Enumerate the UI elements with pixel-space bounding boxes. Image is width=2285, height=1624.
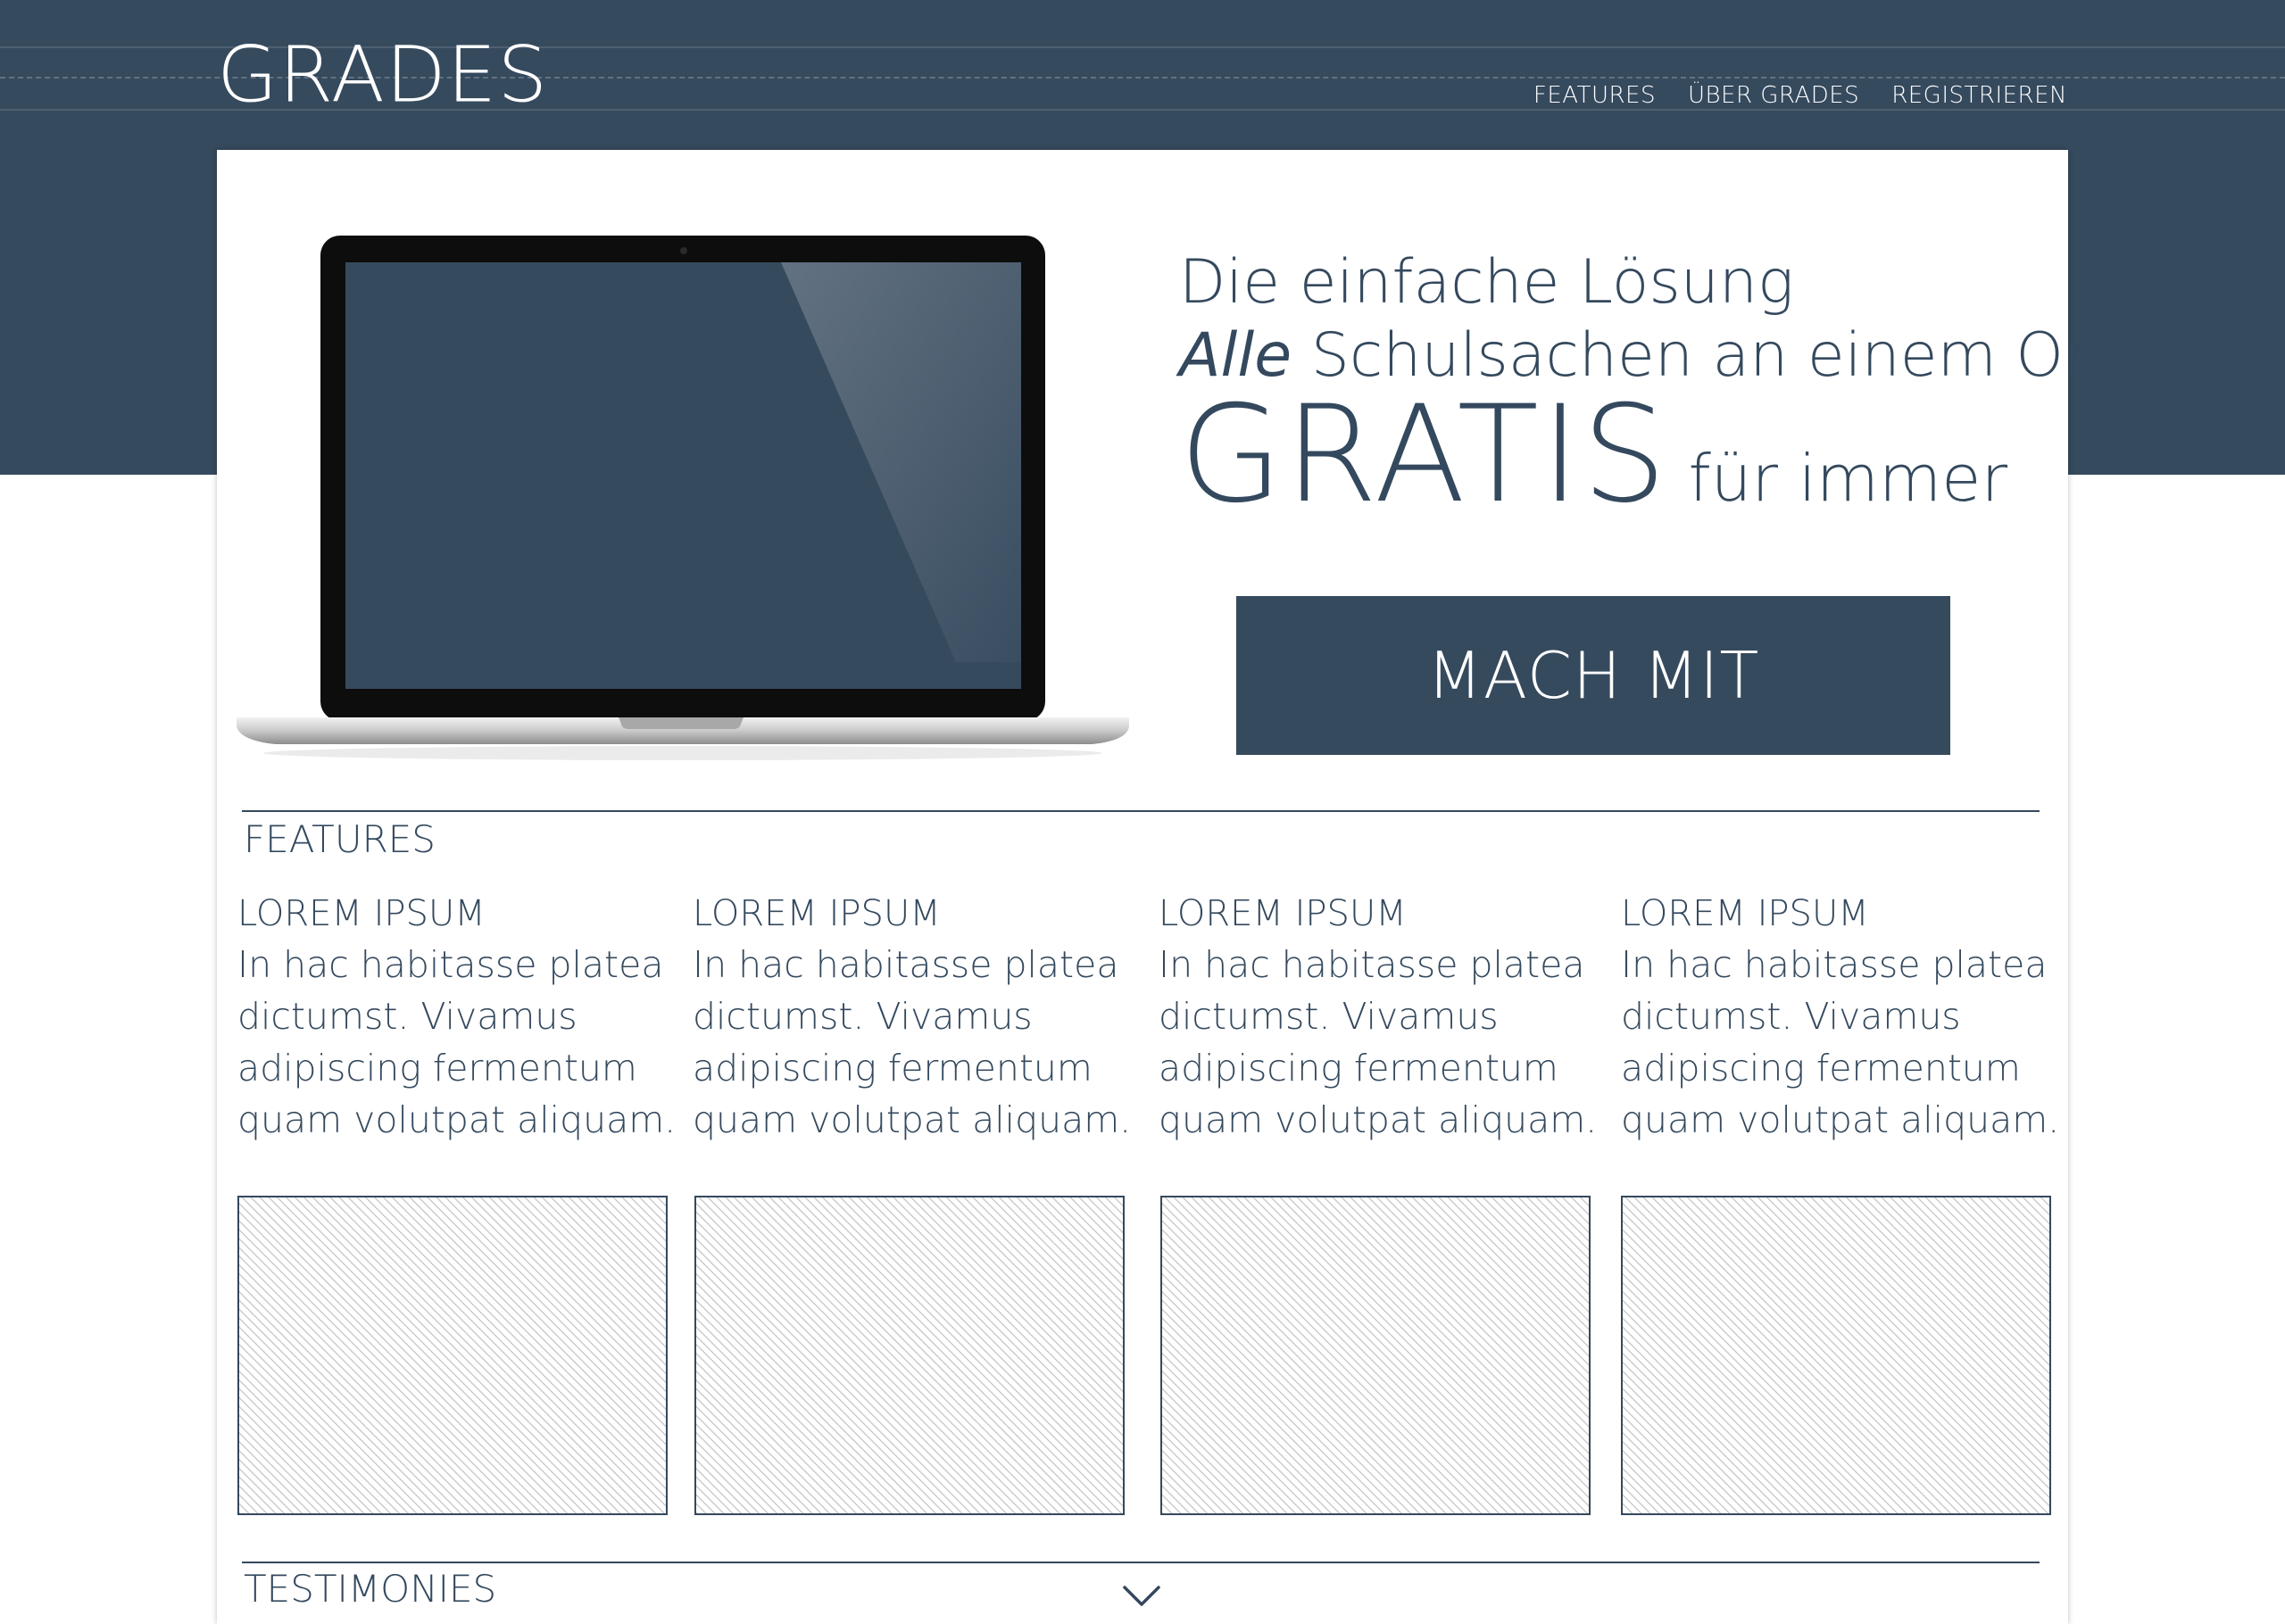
feature-text: In hac habitasse platea dictumst. Vivamu… [1621,943,2060,1141]
feature-title: LOREM IPSUM [237,893,486,934]
nav-item-features[interactable]: FEATURES [1533,82,1656,109]
feature-item: LOREM IPSUM In hac habitasse platea dict… [693,892,1148,1146]
hero-forever: für immer [1688,441,2008,517]
laptop-illustration [237,236,1129,760]
chevron-down-icon[interactable] [1122,1583,1161,1610]
testimonies-heading: TESTIMONIES [244,1567,497,1611]
hero-headline: Die einfache Lösung Alle Schulsachen an … [1179,246,2113,522]
section-divider [242,1562,2040,1563]
feature-text: In hac habitasse platea dictumst. Vivamu… [693,943,1132,1141]
join-button[interactable]: MACH MIT [1236,596,1950,755]
feature-text: In hac habitasse platea dictumst. Vivamu… [1159,943,1598,1141]
feature-item: LOREM IPSUM In hac habitasse platea dict… [1159,892,1614,1146]
main-nav: FEATURES ÜBER GRADES REGISTRIEREN [1533,82,2067,109]
feature-image-placeholder [1160,1196,1591,1515]
feature-text: In hac habitasse platea dictumst. Vivamu… [237,943,677,1141]
logo[interactable]: GRADES [217,36,548,113]
features-heading: FEATURES [244,817,436,861]
feature-image-placeholder [1621,1196,2051,1515]
feature-item: LOREM IPSUM In hac habitasse platea dict… [1621,892,2076,1146]
section-divider [242,810,2040,812]
content-card: Die einfache Lösung Alle Schulsachen an … [217,150,2113,1624]
feature-image-placeholder [694,1196,1125,1515]
hero-gratis: GRATIS [1179,377,1669,534]
feature-title: LOREM IPSUM [1621,893,1869,934]
feature-image-placeholder [237,1196,668,1515]
nav-item-register[interactable]: REGISTRIEREN [1891,82,2067,109]
hero-price-line: GRATIS für immer [1179,388,2113,522]
nav-item-about[interactable]: ÜBER GRADES [1688,82,1859,109]
feature-item: LOREM IPSUM In hac habitasse platea dict… [237,892,693,1146]
feature-title: LOREM IPSUM [693,893,941,934]
hero-tagline: Die einfache Lösung [1179,247,1794,318]
feature-title: LOREM IPSUM [1159,893,1407,934]
